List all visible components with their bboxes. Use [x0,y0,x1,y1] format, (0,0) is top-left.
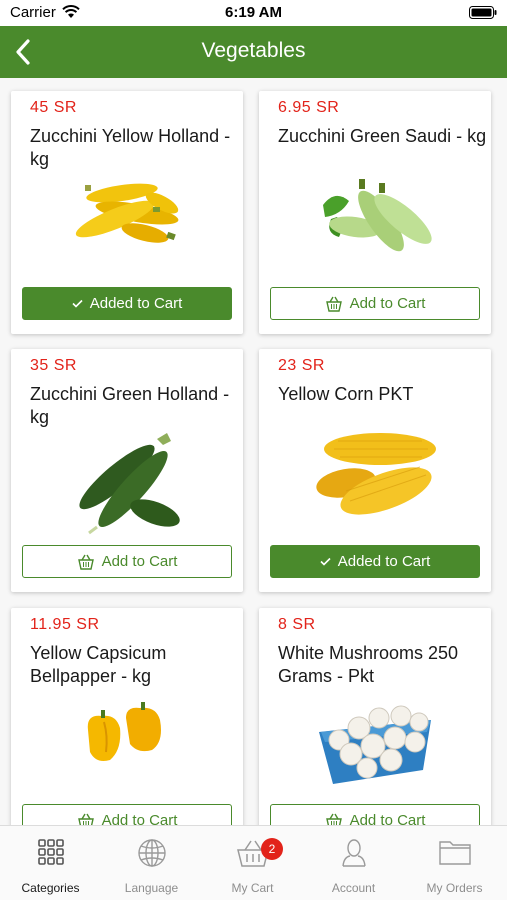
product-price: 8 SR [278,616,316,633]
checkmark-icon [320,557,331,566]
cart-button-label: Added to Cart [337,553,431,570]
tab-my-cart[interactable]: 2 My Cart [202,826,303,900]
product-price: 11.95 SR [30,616,100,633]
product-price: 23 SR [278,357,325,374]
tab-categories[interactable]: Categories [0,826,101,900]
checkmark-icon [72,299,83,308]
add-to-cart-button[interactable]: Add to Cart [22,804,232,825]
product-name: Yellow Capsicum Bellpapper - kg [30,643,167,686]
product-price: 6.95 SR [278,99,340,116]
product-price: 35 SR [30,357,77,374]
status-bar: Carrier 6:19 AM [0,0,507,26]
product-grid[interactable]: 45 SR Zucchini Yellow Holland - kg Added… [0,78,507,825]
basket-icon [77,813,95,825]
product-card[interactable]: 23 SR Yellow Corn PKT Added to Cart [259,349,491,592]
added-to-cart-button[interactable]: Added to Cart [22,287,232,320]
product-card[interactable]: 6.95 SR Zucchini Green Saudi - kg Add to… [259,91,491,334]
add-to-cart-button[interactable]: Add to Cart [270,804,480,825]
cart-count-badge: 2 [261,838,283,860]
product-name: Zucchini Green Saudi - kg [278,126,487,146]
cart-button-label: Add to Cart [349,812,426,825]
product-card[interactable]: 8 SR White Mushrooms 250 Grams - Pkt Add… [259,608,491,825]
product-card[interactable]: 45 SR Zucchini Yellow Holland - kg Added… [11,91,243,334]
status-time: 6:19 AM [225,4,282,21]
cart-button-label: Added to Cart [89,295,183,312]
product-name: Zucchini Yellow Holland - kg [30,126,231,169]
tab-label: Account [331,881,376,895]
page-title: Vegetables [201,39,306,62]
tab-my-orders[interactable]: My Orders [404,826,505,900]
cart-button-label: Add to Cart [101,553,178,570]
basket-icon [325,813,343,825]
added-to-cart-button[interactable]: Added to Cart [270,545,480,578]
tab-label: Language [124,881,179,895]
folder-icon [438,841,471,865]
yellow-corn-image [316,433,436,515]
green-zucchini-image [79,433,180,535]
product-name: Yellow Corn PKT [278,384,414,404]
basket-icon [325,296,343,312]
tab-language[interactable]: Language [101,826,202,900]
tab-account[interactable]: Account [303,826,404,900]
yellow-capsicum-image [87,702,161,761]
add-to-cart-button[interactable]: Add to Cart [270,287,480,320]
product-price: 45 SR [30,99,77,116]
white-mushrooms-image [319,705,431,784]
globe-icon [137,839,166,867]
cart-button-label: Add to Cart [349,295,426,312]
tab-label: My Cart [231,881,274,895]
user-icon [341,839,366,867]
battery-icon [469,6,497,19]
grid-icon [37,839,64,865]
product-card[interactable]: 35 SR Zucchini Green Holland - kg Add to… [11,349,243,592]
add-to-cart-button[interactable]: Add to Cart [22,545,232,578]
yellow-zucchini-image [75,183,179,243]
product-name: Zucchini Green Holland - kg [30,384,230,427]
product-card[interactable]: 11.95 SR Yellow Capsicum Bellpapper - kg… [11,608,243,825]
tab-label: Categories [21,881,80,895]
basket-icon [77,554,95,570]
cart-button-label: Add to Cart [101,812,178,825]
product-name: White Mushrooms 250 Grams - Pkt [278,643,459,686]
green-zucchini-image [323,179,432,252]
nav-bar: Vegetables [0,26,507,78]
tab-bar: Categories Language 2 My Cart Account My… [0,825,507,900]
tab-label: My Orders [426,881,483,895]
